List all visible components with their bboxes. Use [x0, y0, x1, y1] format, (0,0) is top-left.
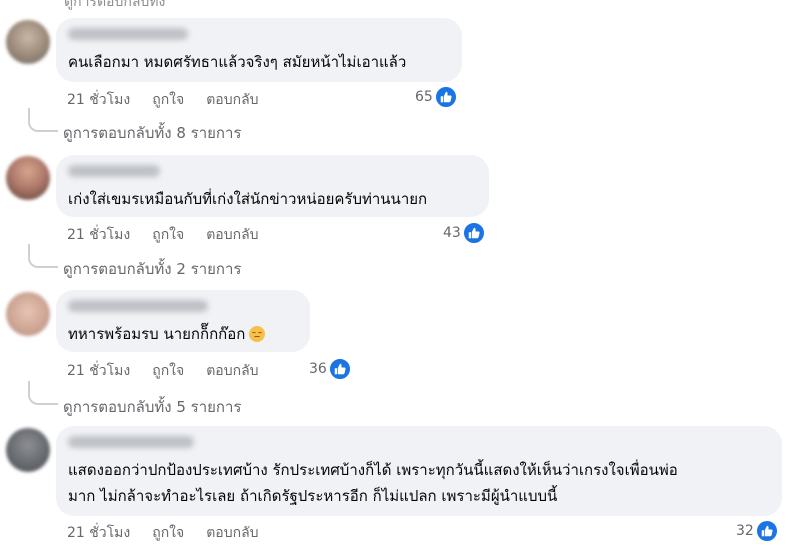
- comment-bubble: คนเลือกมา หมดศรัทธาแล้วจริงๆ สมัยหน้าไม่…: [56, 18, 462, 82]
- reply-button[interactable]: ตอบกลับ: [206, 224, 258, 246]
- comment-actions: 21 ชั่วโมง ถูกใจ ตอบกลับ: [67, 89, 259, 111]
- timestamp[interactable]: 21 ชั่วโมง: [67, 89, 130, 111]
- like-button[interactable]: ถูกใจ: [152, 360, 184, 382]
- timestamp[interactable]: 21 ชั่วโมง: [67, 224, 130, 246]
- comment-text: เก่งใส่เขมรเหมือนกับที่เก่งใส่นักข่าวหน่…: [68, 190, 428, 208]
- avatar[interactable]: [6, 428, 50, 472]
- timestamp[interactable]: 21 ชั่วโมง: [67, 522, 130, 544]
- comment-text: ทหารพร้อมรบ นายกก็๊กก๊อก: [68, 321, 298, 347]
- relieved-face-emoji-icon: [249, 326, 266, 342]
- reply-button[interactable]: ตอบกลับ: [206, 360, 258, 382]
- comment-actions: 21 ชั่วโมง ถูกใจ ตอบกลับ: [67, 522, 259, 544]
- like-thumbs-up-icon: [462, 222, 485, 244]
- like-button[interactable]: ถูกใจ: [152, 224, 184, 246]
- reaction-count[interactable]: 65: [415, 86, 457, 108]
- comment-bubble: เก่งใส่เขมรเหมือนกับที่เก่งใส่นักข่าวหน่…: [56, 155, 489, 217]
- reply-thread-line: [28, 381, 58, 405]
- avatar[interactable]: [6, 156, 50, 200]
- author-name-blurred[interactable]: [68, 28, 188, 40]
- reply-thread-line: [28, 108, 58, 132]
- reply-button[interactable]: ตอบกลับ: [206, 89, 258, 111]
- comment-text: แสดงออกว่าปกป้องประเทศบ้าง รักประเทศบ้าง…: [68, 461, 678, 505]
- author-name-blurred[interactable]: [68, 436, 194, 448]
- like-thumbs-up-icon: [434, 86, 457, 108]
- reaction-number: 36: [309, 361, 327, 377]
- avatar[interactable]: [6, 20, 50, 64]
- reaction-count[interactable]: 32: [736, 520, 778, 542]
- view-replies-link[interactable]: ดูการตอบกลับทั้ง 5 รายการ: [63, 395, 242, 419]
- like-thumbs-up-icon: [755, 520, 778, 542]
- previous-view-replies-link[interactable]: ดูการตอบกลับทั้ง: [64, 0, 165, 13]
- reaction-count[interactable]: 36: [309, 358, 351, 380]
- like-button[interactable]: ถูกใจ: [152, 89, 184, 111]
- reaction-number: 65: [415, 89, 433, 105]
- timestamp[interactable]: 21 ชั่วโมง: [67, 360, 130, 382]
- view-replies-link[interactable]: ดูการตอบกลับทั้ง 8 รายการ: [63, 121, 242, 145]
- reply-thread-line: [28, 244, 58, 268]
- avatar[interactable]: [6, 292, 50, 336]
- reply-button[interactable]: ตอบกลับ: [206, 522, 258, 544]
- author-name-blurred[interactable]: [68, 165, 160, 177]
- comment-actions: 21 ชั่วโมง ถูกใจ ตอบกลับ: [67, 224, 259, 246]
- reaction-number: 43: [443, 225, 461, 241]
- comment-bubble: ทหารพร้อมรบ นายกก็๊กก๊อก: [56, 290, 310, 352]
- reaction-count[interactable]: 43: [443, 222, 485, 244]
- like-thumbs-up-icon: [328, 358, 351, 380]
- author-name-blurred[interactable]: [68, 300, 208, 312]
- reaction-number: 32: [736, 523, 754, 539]
- comment-text: คนเลือกมา หมดศรัทธาแล้วจริงๆ สมัยหน้าไม่…: [68, 53, 407, 71]
- comment-bubble: แสดงออกว่าปกป้องประเทศบ้าง รักประเทศบ้าง…: [56, 426, 782, 516]
- comment-actions: 21 ชั่วโมง ถูกใจ ตอบกลับ: [67, 360, 259, 382]
- like-button[interactable]: ถูกใจ: [152, 522, 184, 544]
- view-replies-link[interactable]: ดูการตอบกลับทั้ง 2 รายการ: [63, 257, 242, 281]
- comment-text-content: ทหารพร้อมรบ นายกก็๊กก๊อก: [68, 325, 246, 343]
